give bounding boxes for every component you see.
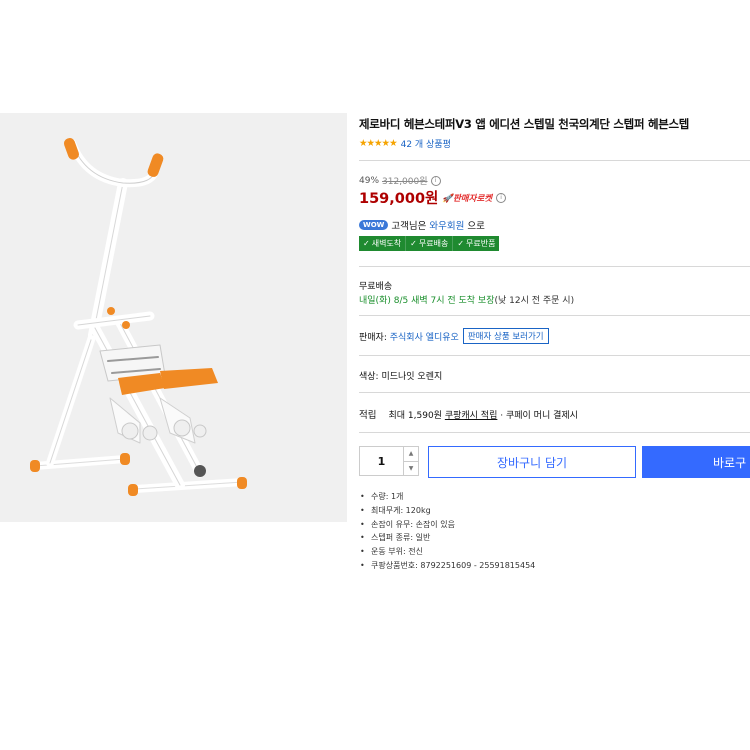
delivery-info: 내일(화) 8/5 새벽 7시 전 도착 보장(낮 12시 전 주문 시) (359, 293, 574, 306)
add-to-cart-button[interactable]: 장바구니 담기 (428, 446, 636, 478)
badge-dawn-delivery: ✓ 새벽도착 (359, 236, 407, 251)
badge-free-shipping: ✓ 무료배송 (406, 236, 454, 251)
spec-item: 쿠팡상품번호: 8792251609 - 25591815454 (359, 559, 535, 573)
spec-item: 손잡이 유무: 손잡이 있음 (359, 518, 535, 532)
coupang-cash-link[interactable]: 쿠팡캐시 적립 (445, 411, 498, 421)
divider (359, 266, 750, 267)
check-icon: ✓ (457, 239, 465, 248)
quantity-arrows[interactable]: ▲ ▼ (403, 447, 418, 475)
info-icon[interactable]: i (430, 175, 441, 186)
seller-products-button[interactable]: 판매자 상품 보러가기 (462, 328, 549, 344)
product-title: 제로바디 헤븐스테퍼V3 앱 에디션 스텝밀 천국의계단 스텝퍼 헤븐스텝 (359, 117, 690, 131)
discount-row: 49% 312,000원 i (359, 174, 441, 187)
check-icon: ✓ (363, 239, 370, 248)
review-count-link[interactable]: 42 개 상품평 (401, 137, 451, 150)
selected-option[interactable]: 색상: 미드나잇 오렌지 (359, 369, 442, 382)
discount-rate: 49% (359, 175, 380, 186)
wow-badge: WOW (359, 220, 389, 230)
reward-detail: 최대 1,590원 쿠팡캐시 적립 · 쿠페이 머니 결제시 (388, 410, 578, 421)
benefit-badges: ✓ 새벽도착 ✓ 무료배송 ✓ 무료반품 (359, 236, 500, 251)
divider (359, 355, 750, 356)
membership-text-prefix: 고객님은 (391, 221, 427, 232)
chevron-down-icon[interactable]: ▼ (404, 462, 418, 476)
seller-name-link[interactable]: 주식회사 엘디유오 (390, 333, 459, 343)
stepper-illustration (30, 138, 247, 496)
delivery-condition: (낮 12시 전 주문 시) (494, 296, 575, 306)
info-icon[interactable]: i (496, 192, 507, 203)
product-info: 제로바디 헤븐스테퍼V3 앱 에디션 스텝밀 천국의계단 스텝퍼 헤븐스텝 ★★… (359, 0, 750, 750)
membership-row: WOW 고객님은 와우회원 으로 (359, 218, 485, 232)
buy-now-button[interactable]: 바로구 (642, 446, 750, 478)
membership-text-suffix: 으로 (467, 221, 485, 232)
seller-label: 판매자: 주식회사 엘디유오 (359, 332, 459, 343)
star-rating-icon: ★★★★★ (359, 138, 398, 149)
original-price: 312,000원 (382, 177, 428, 187)
divider (359, 432, 750, 433)
spec-item: 수량: 1개 (359, 490, 535, 504)
spec-item: 스텝퍼 종류: 일반 (359, 531, 535, 545)
product-image[interactable] (0, 113, 347, 522)
quantity-input[interactable]: 1 (360, 447, 403, 475)
delivery-title: 무료배송 (359, 282, 393, 292)
rating-row[interactable]: ★★★★★ 42 개 상품평 (359, 137, 451, 150)
spec-list: 수량: 1개 최대무게: 120kg 손잡이 유무: 손잡이 있음 스텝퍼 종류… (359, 490, 535, 573)
reward-row: 적립 최대 1,590원 쿠팡캐시 적립 · 쿠페이 머니 결제시 (359, 407, 578, 421)
delivery-eta: 내일(화) 8/5 새벽 7시 전 도착 보장 (359, 296, 495, 306)
sale-price: 159,000원 (359, 191, 439, 207)
chevron-up-icon[interactable]: ▲ (404, 447, 418, 462)
reward-label: 적립 (359, 410, 377, 421)
divider (359, 160, 750, 161)
seller-row: 판매자: 주식회사 엘디유오 판매자 상품 보러가기 (359, 328, 549, 344)
seller-rocket-badge: 🚀판매자로켓 (442, 193, 493, 204)
spec-item: 최대무게: 120kg (359, 504, 535, 518)
price-row: 159,000원 🚀판매자로켓 i (359, 187, 507, 208)
quantity-stepper[interactable]: 1 ▲ ▼ (359, 446, 419, 476)
badge-free-return: ✓ 무료반품 (457, 239, 496, 248)
membership-link[interactable]: 와우회원 (429, 218, 464, 232)
spec-item: 운동 부위: 전신 (359, 545, 535, 559)
check-icon: ✓ (410, 239, 417, 248)
divider (359, 315, 750, 316)
divider (359, 392, 750, 393)
